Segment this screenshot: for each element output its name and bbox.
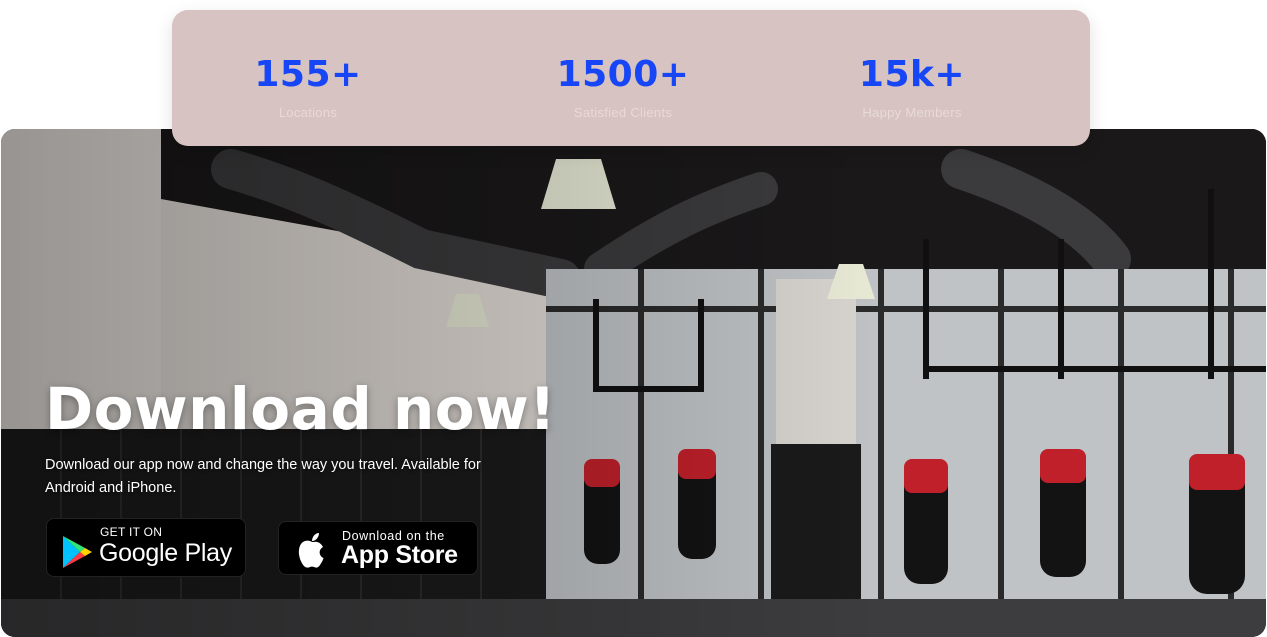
stat-label: Locations <box>278 105 338 120</box>
apple-icon <box>298 533 324 568</box>
stat-label: Happy Members <box>862 105 962 120</box>
google-play-icon <box>63 536 92 568</box>
hero-description: Download our app now and change the way … <box>45 457 481 496</box>
stat-label: Satisfied Clients <box>573 105 673 120</box>
google-play-label: Google Play <box>99 539 232 567</box>
stat-value: 15k+ <box>858 54 966 95</box>
hero-title: Download now! <box>45 375 557 443</box>
stats-card: 155+ Locations 1500+ Satisfied Clients 1… <box>172 10 1090 146</box>
stat-locations: 155+ Locations <box>242 10 374 146</box>
stat-clients: 1500+ Satisfied Clients <box>552 10 694 146</box>
app-store-button[interactable]: Download on the App Store <box>278 521 478 575</box>
hero-banner: Download now! Download our app now and c… <box>1 129 1266 637</box>
stat-value: 1500+ <box>556 54 690 95</box>
stat-members: 15k+ Happy Members <box>857 10 967 146</box>
google-play-button[interactable]: GET IT ON Google Play <box>46 518 246 577</box>
stat-value: 155+ <box>254 54 362 95</box>
app-store-label: App Store <box>341 541 458 569</box>
google-play-small-label: GET IT ON <box>100 525 163 539</box>
